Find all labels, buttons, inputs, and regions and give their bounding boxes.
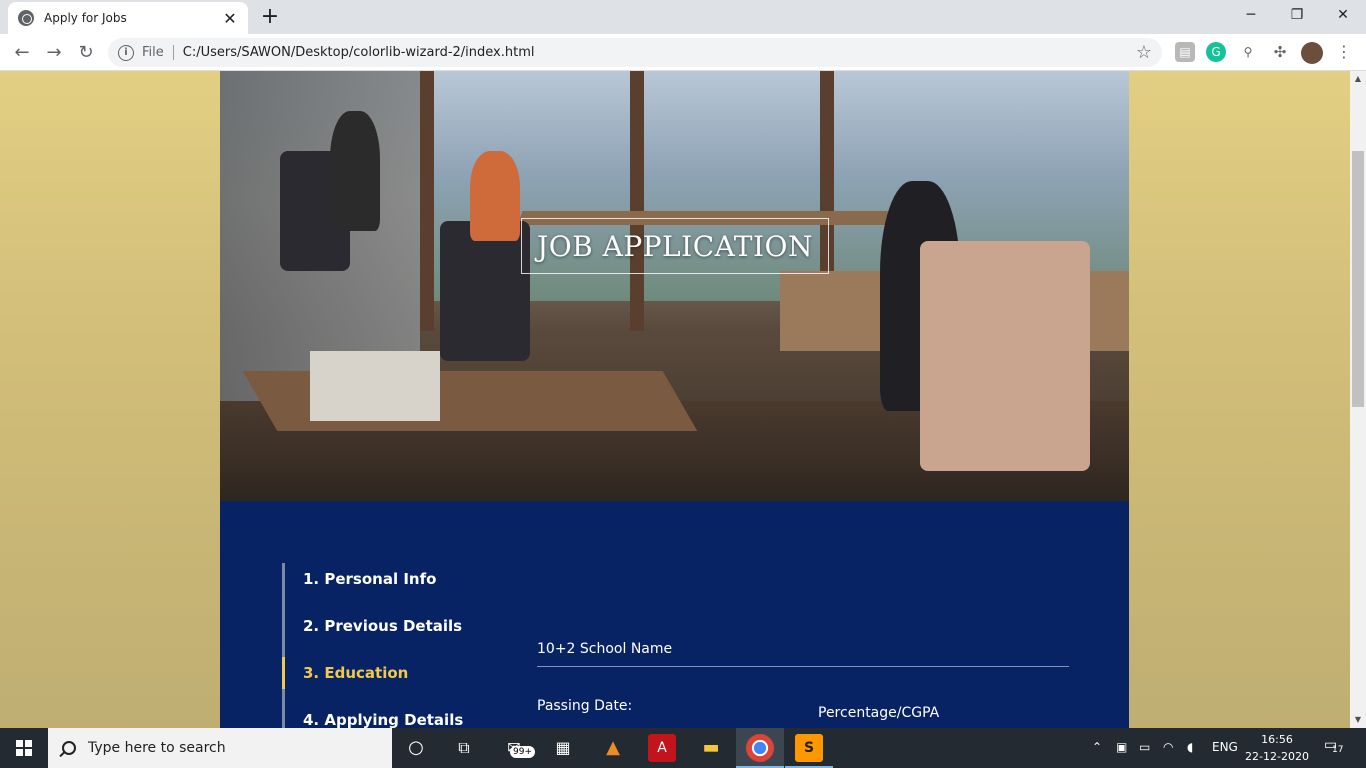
info-icon[interactable]: i (118, 44, 134, 61)
page-title: JOB APPLICATION (536, 229, 813, 263)
step-applying-details[interactable]: 4. Applying Details (303, 711, 463, 728)
notification-count: 17 (1332, 745, 1344, 755)
school-name-field[interactable]: 10+2 School Name (537, 641, 1069, 667)
start-button[interactable] (0, 728, 48, 768)
url-text[interactable]: C:/Users/SAWON/Desktop/colorlib-wizard-2… (183, 45, 1136, 60)
store-icon[interactable]: ▦ (549, 734, 577, 762)
browser-toolbar: ← → ↻ i File C:/Users/SAWON/Desktop/colo… (0, 34, 1366, 71)
acrobat-icon[interactable]: A (648, 734, 676, 762)
taskbar: Type here to search ○ ⧉ ✉ 99+ ▦ ▲ A ▬ S … (0, 728, 1366, 768)
tab-close-icon[interactable]: ✕ (222, 9, 238, 28)
clock-date: 22-12-2020 (1245, 750, 1309, 763)
page-body: JOB APPLICATION 1. Personal Info 2. Prev… (0, 71, 1350, 728)
search-placeholder: Type here to search (88, 740, 226, 756)
grammarly-icon[interactable]: G (1206, 42, 1226, 62)
percentage-field[interactable]: Percentage/CGPA (818, 703, 1069, 728)
globe-icon (18, 10, 34, 26)
clock-time: 16:56 (1261, 733, 1293, 746)
mail-badge: 99+ (510, 746, 535, 758)
task-view-icon[interactable]: ⧉ (450, 734, 478, 762)
step-previous-details[interactable]: 2. Previous Details (303, 617, 462, 635)
notification-icon[interactable]: ▭ 17 (1324, 737, 1343, 755)
tab-title: Apply for Jobs (44, 11, 127, 25)
cortana-icon[interactable]: ○ (402, 734, 430, 762)
clock[interactable]: 16:56 22-12-2020 (1242, 731, 1312, 765)
tray-device-icon[interactable]: ▣ (1116, 740, 1127, 754)
new-tab-button[interactable]: + (256, 5, 284, 29)
pdf-extension-icon[interactable]: ▤ (1175, 42, 1195, 62)
search-icon (62, 741, 76, 755)
chrome-icon[interactable] (746, 734, 774, 762)
taskbar-search[interactable]: Type here to search (48, 728, 392, 768)
application-form: 1. Personal Info 2. Previous Details 3. … (220, 501, 1129, 728)
active-step-marker (282, 657, 285, 689)
bookmark-star-icon[interactable]: ☆ (1136, 42, 1152, 63)
hero-image: JOB APPLICATION (220, 71, 1129, 501)
address-bar[interactable]: i File C:/Users/SAWON/Desktop/colorlib-w… (108, 38, 1162, 67)
restore-button[interactable]: ❐ (1274, 0, 1320, 30)
scrollbar-thumb[interactable] (1352, 151, 1364, 407)
language-indicator[interactable]: ENG (1212, 740, 1238, 754)
windows-logo-icon (16, 740, 32, 756)
tray-chevron-icon[interactable]: ⌃ (1092, 740, 1102, 754)
wifi-icon[interactable]: ◠ (1163, 740, 1173, 754)
forward-arrow-icon[interactable]: → (41, 40, 67, 66)
file-label: File (142, 45, 174, 60)
scroll-up-icon[interactable]: ▲ (1350, 71, 1366, 87)
sublime-icon[interactable]: S (795, 734, 823, 762)
passing-date-label: Passing Date: (537, 698, 633, 714)
window-close-button[interactable]: ✕ (1320, 0, 1366, 30)
puzzle-icon[interactable]: ✣ (1270, 42, 1290, 62)
reload-icon[interactable]: ↻ (73, 40, 99, 66)
browser-tab[interactable]: Apply for Jobs ✕ (8, 2, 248, 34)
hero-title-box: JOB APPLICATION (521, 218, 829, 274)
browser-tab-bar: Apply for Jobs ✕ + ─ ❐ ✕ (0, 0, 1366, 34)
scrollbar[interactable]: ▲ ▼ (1350, 71, 1366, 728)
vlc-icon[interactable]: ▲ (599, 734, 627, 762)
avatar[interactable] (1301, 42, 1323, 64)
scroll-down-icon[interactable]: ▼ (1350, 712, 1366, 728)
steps-rail (282, 563, 285, 728)
menu-dots-icon[interactable]: ⋮ (1334, 42, 1354, 62)
step-education[interactable]: 3. Education (303, 664, 408, 682)
battery-icon[interactable]: ▭ (1139, 740, 1150, 754)
back-arrow-icon[interactable]: ← (9, 40, 35, 66)
mail-icon[interactable]: ✉ 99+ (500, 734, 535, 762)
volume-icon[interactable]: ◖ (1187, 740, 1193, 754)
step-personal-info[interactable]: 1. Personal Info (303, 570, 436, 588)
file-explorer-icon[interactable]: ▬ (697, 734, 725, 762)
minimize-button[interactable]: ─ (1228, 0, 1274, 30)
percentage-placeholder: Percentage/CGPA (818, 705, 940, 721)
school-name-placeholder: 10+2 School Name (537, 641, 673, 657)
extension-icon[interactable]: ⚲ (1238, 42, 1258, 62)
